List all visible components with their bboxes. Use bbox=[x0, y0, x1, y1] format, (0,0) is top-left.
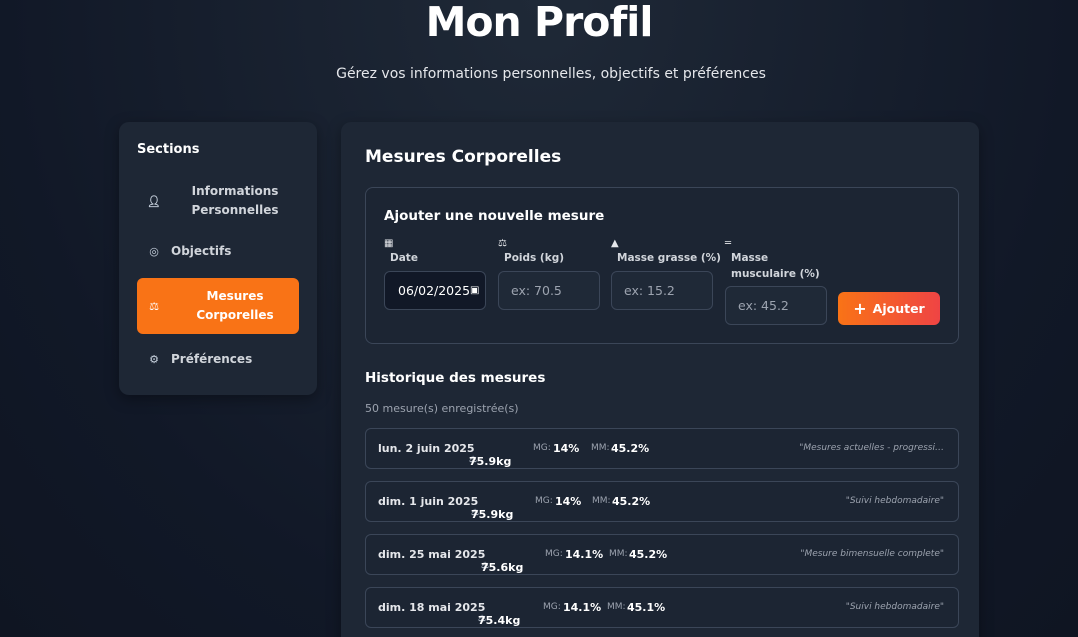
history-title: Historique des mesures bbox=[365, 370, 546, 386]
row-mm-value: 45.2% bbox=[611, 442, 650, 455]
fat-label: Masse grasse (%) bbox=[617, 252, 721, 264]
history-row[interactable]: dim. 25 mai 2025 ⚖︎ 75.6kg MG: 14.1% MM: … bbox=[365, 534, 959, 575]
row-date: dim. 25 mai 2025 bbox=[378, 548, 486, 561]
sidebar-item-mesures[interactable]: ⚖︎ Mesures Corporelles bbox=[137, 278, 299, 334]
muscle-placeholder: ex: 45.2 bbox=[738, 298, 789, 313]
scale-icon: ⚖︎ bbox=[498, 238, 507, 249]
row-mm-label: MM: bbox=[591, 443, 610, 453]
history-row[interactable]: dim. 1 juin 2025 ⚖︎ 75.9kg MG: 14% MM: 45… bbox=[365, 481, 959, 522]
row-mg-label: MG: bbox=[535, 496, 553, 506]
row-mm-label: MM: bbox=[609, 549, 628, 559]
flame-icon: ▲ bbox=[611, 238, 619, 249]
muscle-input[interactable]: ex: 45.2 bbox=[725, 286, 827, 325]
add-button-label: Ajouter bbox=[872, 301, 925, 316]
fat-input[interactable]: ex: 15.2 bbox=[611, 271, 713, 310]
history-count: 50 mesure(s) enregistrée(s) bbox=[365, 402, 519, 415]
row-note: "Mesures actuelles - progressi… bbox=[799, 443, 944, 453]
row-mm-value: 45.2% bbox=[629, 548, 668, 561]
sidebar-item-preferences[interactable]: ⚙︎ Préférences bbox=[137, 348, 299, 370]
row-mg-value: 14.1% bbox=[565, 548, 604, 561]
new-measurement-form: Ajouter une nouvelle mesure ▦ Date 06/02… bbox=[365, 187, 959, 344]
fat-field-group: ▲ Masse grasse (%) bbox=[611, 238, 721, 266]
row-mg-value: 14.1% bbox=[563, 601, 602, 614]
date-label: Date bbox=[390, 252, 418, 264]
weight-input[interactable]: ex: 70.5 bbox=[498, 271, 600, 310]
row-mg-value: 14% bbox=[555, 495, 582, 508]
history-row[interactable]: lun. 2 juin 2025 ⚖︎ 75.9kg MG: 14% MM: 45… bbox=[365, 428, 959, 469]
gear-icon: ⚙︎ bbox=[149, 352, 159, 366]
row-mm-label: MM: bbox=[607, 602, 626, 612]
target-icon: ◎ bbox=[149, 245, 159, 258]
row-date: dim. 18 mai 2025 bbox=[378, 601, 486, 614]
row-note: "Mesure bimensuelle complete" bbox=[800, 549, 944, 559]
dumbbell-icon: ═ bbox=[725, 238, 732, 249]
add-measurement-button[interactable]: + Ajouter bbox=[838, 292, 940, 325]
row-mm-value: 45.2% bbox=[612, 495, 651, 508]
sidebar-item-informations[interactable]: 👤︎ Informations Personnelles bbox=[137, 180, 299, 222]
page-title: Mon Profil bbox=[425, 0, 654, 46]
fat-placeholder: ex: 15.2 bbox=[624, 283, 675, 298]
row-mg-label: MG: bbox=[533, 443, 551, 453]
row-date: lun. 2 juin 2025 bbox=[378, 442, 475, 455]
page-subtitle: Gérez vos informations personnelles, obj… bbox=[336, 66, 766, 82]
sidebar: Sections 👤︎ Informations Personnelles ◎ … bbox=[119, 122, 317, 395]
date-value: 06/02/2025 bbox=[398, 283, 471, 298]
row-mg-label: MG: bbox=[545, 549, 563, 559]
sidebar-item-label: Mesures Corporelles bbox=[196, 289, 274, 322]
sidebar-title: Sections bbox=[137, 142, 200, 157]
user-icon: 👤︎ bbox=[147, 194, 161, 208]
weight-placeholder: ex: 70.5 bbox=[511, 283, 562, 298]
history-row[interactable]: dim. 18 mai 2025 ⚖︎ 75.4kg MG: 14.1% MM: … bbox=[365, 587, 959, 628]
section-title: Mesures Corporelles bbox=[365, 147, 562, 167]
row-mm-value: 45.1% bbox=[627, 601, 666, 614]
measurements-panel: Mesures Corporelles Ajouter une nouvelle… bbox=[341, 122, 979, 637]
weight-field-group: ⚖︎ Poids (kg) bbox=[498, 238, 564, 266]
sidebar-item-label: Informations Personnelles bbox=[191, 184, 279, 217]
weight-label: Poids (kg) bbox=[504, 252, 565, 264]
sidebar-item-label: Préférences bbox=[171, 351, 253, 366]
muscle-field-group: ═ Masse musculaire (%) bbox=[725, 238, 825, 282]
date-input[interactable]: 06/02/2025 ▣ bbox=[384, 271, 486, 310]
calendar-icon: ▦ bbox=[384, 238, 394, 249]
row-mg-label: MG: bbox=[543, 602, 561, 612]
row-mg-value: 14% bbox=[553, 442, 580, 455]
form-title: Ajouter une nouvelle mesure bbox=[384, 208, 605, 224]
row-note: "Suivi hebdomadaire" bbox=[845, 496, 944, 506]
scale-icon: ⚖︎ bbox=[149, 299, 159, 313]
row-mm-label: MM: bbox=[592, 496, 611, 506]
date-field-group: ▦ Date bbox=[384, 238, 418, 266]
muscle-label: Masse musculaire (%) bbox=[731, 252, 820, 280]
plus-icon: + bbox=[853, 299, 867, 318]
sidebar-item-objectifs[interactable]: ◎ Objectifs bbox=[137, 242, 299, 261]
sidebar-item-label: Objectifs bbox=[171, 244, 232, 258]
row-note: "Suivi hebdomadaire" bbox=[845, 602, 944, 612]
calendar-picker-icon[interactable]: ▣ bbox=[470, 285, 479, 296]
row-date: dim. 1 juin 2025 bbox=[378, 495, 479, 508]
